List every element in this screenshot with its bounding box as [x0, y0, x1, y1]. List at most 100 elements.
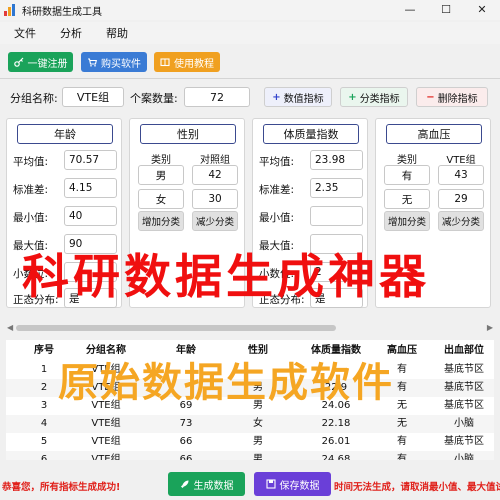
save-data-button[interactable]: 保存数据 — [254, 472, 331, 496]
group-column-header: VTE组 — [446, 155, 476, 166]
menu-bar: 文件 分析 帮助 — [0, 22, 500, 44]
add-category-button[interactable]: 增加分类 — [384, 211, 430, 231]
add-category-indicator-button[interactable]: + 分类指标 — [340, 87, 408, 107]
minimize-button[interactable]: — — [392, 0, 428, 20]
indicator-title[interactable]: 年龄 — [17, 124, 113, 144]
table-row[interactable]: 5 VTE组 66 男 26.01 有 基底节区 — [6, 433, 494, 451]
menu-help[interactable]: 帮助 — [106, 25, 128, 41]
table-header-cell: 序号 — [34, 345, 54, 356]
title-bar: 科研数据生成工具 — ☐ ✕ — [0, 0, 500, 20]
rocket-icon — [180, 480, 188, 488]
sd-input[interactable]: 2.35 — [310, 178, 363, 198]
book-icon — [160, 58, 170, 67]
count-input[interactable]: 43 — [438, 165, 484, 185]
close-button[interactable]: ✕ — [464, 0, 500, 20]
min-input[interactable]: 40 — [64, 206, 117, 226]
case-count-label: 个案数量: — [130, 92, 178, 105]
key-icon — [13, 57, 23, 67]
count-input[interactable]: 30 — [192, 189, 238, 209]
table-row[interactable]: 4 VTE组 73 女 22.18 无 小脑 — [6, 415, 494, 433]
category-column-header: 类别 — [151, 155, 171, 166]
min-input[interactable] — [310, 206, 363, 226]
mean-label: 平均值: — [259, 156, 295, 168]
sd-label: 标准差: — [259, 184, 295, 196]
status-error-message: 时间无法生成，请取消最小值、最大值试试 — [334, 482, 500, 493]
table-cell: 有 — [397, 454, 407, 460]
add-numeric-label: 数值指标 — [283, 93, 324, 105]
table-cell: 男 — [253, 454, 263, 460]
cart-icon — [88, 58, 97, 67]
indicator-title[interactable]: 体质量指数 — [263, 124, 359, 144]
tutorial-label: 使用教程 — [174, 58, 214, 70]
category-input[interactable]: 有 — [384, 165, 430, 185]
generate-data-label: 生成数据 — [193, 480, 234, 492]
table-cell: 男 — [253, 436, 263, 447]
add-numeric-indicator-button[interactable]: + 数值指标 — [264, 87, 332, 107]
save-data-label: 保存数据 — [279, 480, 320, 492]
table-cell: 基底节区 — [444, 364, 484, 375]
table-cell: VTE组 — [91, 454, 121, 460]
table-cell: 小脑 — [454, 418, 474, 429]
table-cell: 3 — [40, 400, 48, 411]
promo-overlay-text: 原始数据生成软件 — [58, 360, 394, 406]
divider — [0, 78, 500, 79]
table-cell: 66 — [179, 454, 193, 460]
table-cell: 5 — [40, 436, 48, 447]
group-name-input[interactable]: VTE组 — [62, 87, 124, 107]
scroll-right-arrow-icon[interactable]: ▶ — [487, 322, 493, 334]
group-name-label: 分组名称: — [10, 92, 58, 105]
table-header-cell: 出血部位 — [444, 345, 484, 356]
category-input[interactable]: 女 — [138, 189, 184, 209]
cards-horizontal-scrollbar[interactable]: ◀ ▶ — [6, 322, 494, 334]
table-cell: 73 — [179, 418, 193, 429]
category-input[interactable]: 无 — [384, 189, 430, 209]
app-bar-chart-icon — [4, 4, 16, 16]
group-column-header: 对照组 — [200, 155, 230, 166]
menu-analysis[interactable]: 分析 — [60, 25, 82, 41]
table-cell: 6 — [40, 454, 48, 460]
remove-category-button[interactable]: 减少分类 — [192, 211, 238, 231]
table-cell: VTE组 — [91, 418, 121, 429]
table-cell: 有 — [397, 436, 407, 447]
tutorial-button[interactable]: 使用教程 — [154, 52, 220, 72]
status-bar: 恭喜您，所有指标生成成功! 生成数据 保存数据 时间无法生成，请取消最小值、最大… — [0, 466, 500, 500]
mean-input[interactable]: 70.57 — [64, 150, 117, 170]
category-input[interactable]: 男 — [138, 165, 184, 185]
add-category-button[interactable]: 增加分类 — [138, 211, 184, 231]
minus-icon: − — [426, 91, 435, 103]
maximize-button[interactable]: ☐ — [428, 0, 464, 20]
min-label: 最小值: — [13, 212, 49, 224]
scrollbar-thumb[interactable] — [16, 325, 336, 331]
mean-label: 平均值: — [13, 156, 49, 168]
count-input[interactable]: 29 — [438, 189, 484, 209]
table-cell: 基底节区 — [444, 436, 484, 447]
buy-label: 购买软件 — [101, 58, 141, 70]
table-cell: 小脑 — [454, 454, 474, 460]
generate-data-button[interactable]: 生成数据 — [168, 472, 245, 496]
table-cell: 4 — [40, 418, 48, 429]
scroll-left-arrow-icon[interactable]: ◀ — [7, 322, 13, 334]
count-input[interactable]: 42 — [192, 165, 238, 185]
sd-input[interactable]: 4.15 — [64, 178, 117, 198]
indicator-title[interactable]: 性别 — [140, 124, 236, 144]
indicator-title[interactable]: 高血压 — [386, 124, 482, 144]
delete-indicator-button[interactable]: − 删除指标 — [416, 87, 488, 107]
status-success-message: 恭喜您，所有指标生成成功! — [2, 482, 121, 493]
remove-category-button[interactable]: 减少分类 — [438, 211, 484, 231]
plus-icon: + — [348, 91, 357, 103]
menu-file[interactable]: 文件 — [14, 25, 36, 41]
register-button[interactable]: 一键注册 — [8, 52, 73, 72]
table-cell: 基底节区 — [444, 400, 484, 411]
plus-icon: + — [272, 91, 281, 103]
table-cell: 2 — [40, 382, 48, 393]
table-cell: 26.01 — [321, 436, 351, 447]
table-cell: 基底节区 — [444, 382, 484, 393]
mean-input[interactable]: 23.98 — [310, 150, 363, 170]
table-row[interactable]: 6 VTE组 66 男 24.68 有 小脑 — [6, 451, 494, 460]
register-label: 一键注册 — [27, 58, 68, 70]
table-cell: 1 — [40, 364, 48, 375]
delete-indicator-label: 删除指标 — [437, 93, 478, 105]
case-count-input[interactable]: 72 — [184, 87, 250, 107]
group-settings-row: 分组名称: VTE组 个案数量: 72 + 数值指标 + 分类指标 − 删除指标 — [0, 84, 500, 110]
buy-button[interactable]: 购买软件 — [81, 52, 147, 72]
